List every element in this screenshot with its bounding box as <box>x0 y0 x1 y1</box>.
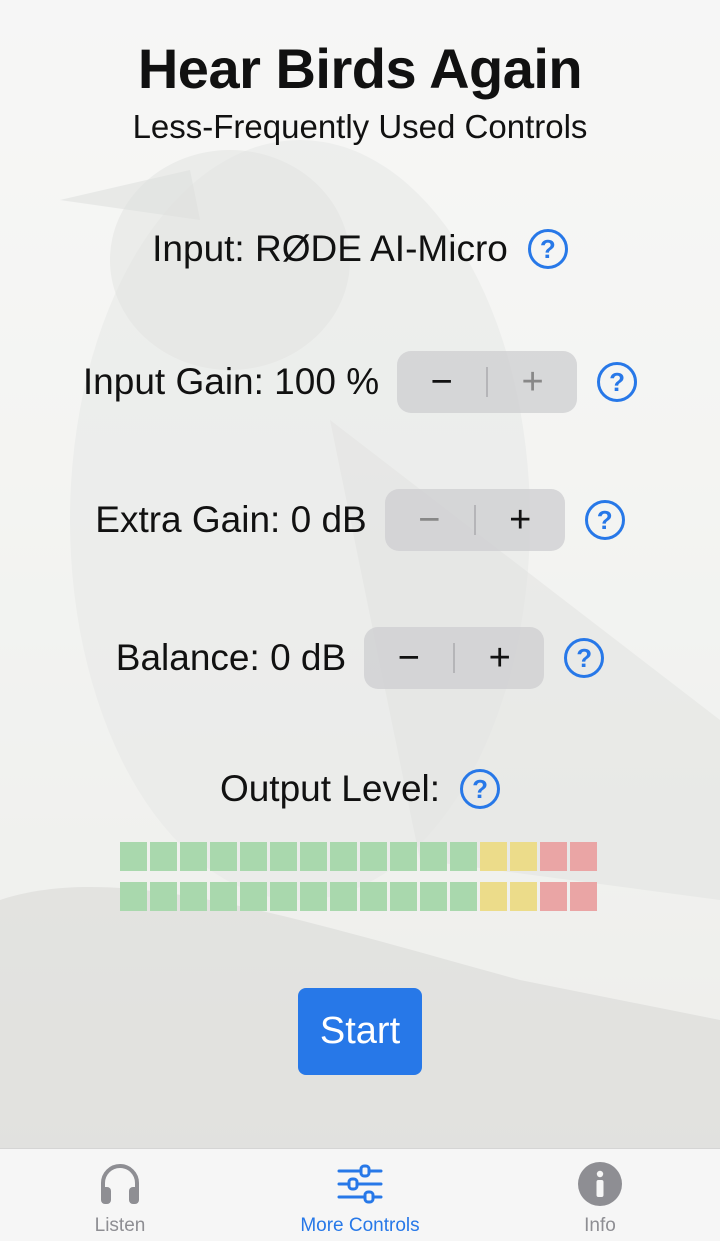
page-subtitle: Less-Frequently Used Controls <box>132 108 588 145</box>
meter-segment <box>360 882 387 911</box>
extra-gain-label: Extra Gain: 0 dB <box>95 499 367 540</box>
meter-segment <box>240 842 267 871</box>
meter-segment <box>210 882 237 911</box>
headphones-icon <box>101 1164 139 1204</box>
extra-gain-decrease-button[interactable]: − <box>385 489 474 551</box>
input-gain-help-icon[interactable]: ? <box>597 362 638 402</box>
meter-segment <box>120 842 147 871</box>
balance-label: Balance: 0 dB <box>115 637 347 678</box>
meter-segment <box>510 882 537 911</box>
tab-listen[interactable]: Listen <box>0 1149 240 1241</box>
tab-bar: Listen More Controls Info <box>0 1148 720 1241</box>
output-level-row: Output Level: ? <box>0 768 720 810</box>
meter-segment <box>150 842 177 871</box>
output-level-label: Output Level: <box>219 768 441 809</box>
sliders-icon <box>337 1164 383 1204</box>
extra-gain-stepper: − + <box>384 489 565 551</box>
meter-segment <box>480 882 507 911</box>
balance-stepper: − + <box>364 627 545 689</box>
tab-info-label: Info <box>584 1215 616 1236</box>
meter-segment <box>330 842 357 871</box>
meter-segment <box>450 842 477 871</box>
meter-segment <box>450 882 477 911</box>
input-gain-label: Input Gain: 100 % <box>82 361 380 402</box>
tab-info[interactable]: Info <box>480 1149 720 1241</box>
meter-segment <box>510 842 537 871</box>
info-icon <box>578 1162 622 1206</box>
balance-help-icon[interactable]: ? <box>564 638 605 678</box>
input-gain-decrease-button[interactable]: − <box>397 351 486 413</box>
meter-segment <box>480 842 507 871</box>
meter-segment <box>540 882 567 911</box>
meter-segment <box>540 842 567 871</box>
input-gain-stepper: − + <box>397 351 578 413</box>
background-bird-photo <box>0 0 720 1148</box>
meter-segment <box>420 882 447 911</box>
input-device-row: Input: RØDE AI-Micro ? <box>0 228 720 270</box>
extra-gain-help-icon[interactable]: ? <box>584 500 625 540</box>
meter-segment <box>360 842 387 871</box>
input-help-icon[interactable]: ? <box>527 229 568 269</box>
meter-segment <box>270 842 297 871</box>
meter-segment <box>570 842 597 871</box>
tab-more-controls-label: More Controls <box>300 1215 420 1236</box>
input-gain-row: Input Gain: 100 % − + ? <box>0 351 720 413</box>
meter-segment <box>210 842 237 871</box>
extra-gain-row: Extra Gain: 0 dB − + ? <box>0 489 720 551</box>
output-level-meter <box>120 842 600 912</box>
app-title: Hear Birds Again <box>137 37 583 100</box>
input-gain-increase-button[interactable]: + <box>488 351 577 413</box>
meter-segment <box>180 882 207 911</box>
meter-segment <box>300 842 327 871</box>
extra-gain-increase-button[interactable]: + <box>476 489 565 551</box>
meter-segment <box>120 882 147 911</box>
meter-segment <box>300 882 327 911</box>
meter-segment <box>180 842 207 871</box>
meter-segment <box>270 882 297 911</box>
tab-more-controls[interactable]: More Controls <box>240 1149 480 1241</box>
input-device-label: Input: RØDE AI-Micro <box>152 228 508 269</box>
balance-row: Balance: 0 dB − + ? <box>0 627 720 689</box>
balance-decrease-button[interactable]: − <box>364 627 453 689</box>
meter-segment <box>150 882 177 911</box>
meter-segment <box>420 842 447 871</box>
output-level-help-icon[interactable]: ? <box>460 769 501 809</box>
meter-segment <box>390 842 417 871</box>
meter-segment <box>240 882 267 911</box>
tab-listen-label: Listen <box>94 1215 146 1236</box>
start-button[interactable]: Start <box>298 988 422 1075</box>
balance-increase-button[interactable]: + <box>455 627 544 689</box>
meter-segment <box>570 882 597 911</box>
meter-segment <box>330 882 357 911</box>
meter-segment <box>390 882 417 911</box>
